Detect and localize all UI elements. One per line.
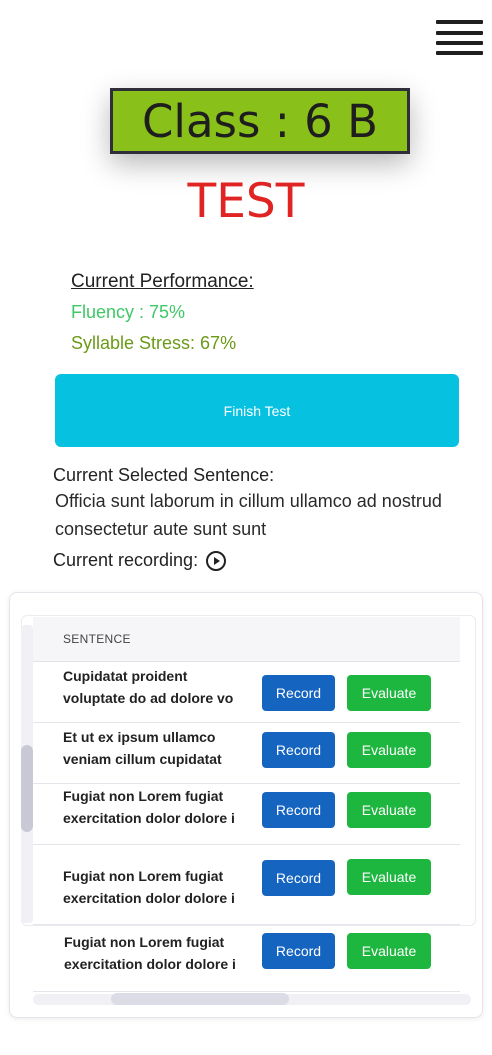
table-row: Et ut ex ipsum ullamco veniam cillum cup… <box>33 723 460 784</box>
row-sentence: Fugiat non Lorem fugiat exercitation dol… <box>63 868 235 906</box>
evaluate-button[interactable]: Evaluate <box>347 933 431 969</box>
table-row: Fugiat non Lorem fugiat exercitation dol… <box>33 784 460 845</box>
current-recording: Current recording: <box>53 550 227 571</box>
record-button[interactable]: Record <box>262 933 335 969</box>
evaluate-button[interactable]: Evaluate <box>347 859 431 895</box>
selected-sentence-text: Officia sunt laborum in cillum ullamco a… <box>55 491 442 539</box>
finish-test-button[interactable]: Finish Test <box>55 374 459 447</box>
class-label: Class : 6 B <box>142 94 378 148</box>
table-row: Cupidatat proident voluptate do ad dolor… <box>33 662 460 723</box>
current-recording-label: Current recording: <box>53 550 199 570</box>
row-sentence: Fugiat non Lorem fugiat exercitation dol… <box>64 934 236 972</box>
evaluate-button[interactable]: Evaluate <box>347 732 431 768</box>
play-circle-icon[interactable] <box>206 550 227 571</box>
fluency-score: Fluency : 75% <box>71 302 186 322</box>
record-button[interactable]: Record <box>262 860 335 896</box>
record-button[interactable]: Record <box>262 675 335 711</box>
row-sentence: Et ut ex ipsum ullamco veniam cillum cup… <box>63 729 222 767</box>
test-title: TEST <box>187 174 305 229</box>
class-label-box: Class : 6 B <box>110 88 410 154</box>
table-row: Fugiat non Lorem fugiat exercitation dol… <box>33 845 460 925</box>
evaluate-button[interactable]: Evaluate <box>347 792 431 828</box>
selected-sentence-label: Current Selected Sentence: <box>53 465 275 485</box>
row-sentence: Cupidatat proident voluptate do ad dolor… <box>63 668 234 706</box>
horizontal-scroll-thumb[interactable] <box>111 993 289 1005</box>
sentence-column-header: SENTENCE <box>63 632 131 646</box>
record-button[interactable]: Record <box>262 732 335 768</box>
table-row: Fugiat non Lorem fugiat exercitation dol… <box>33 926 460 992</box>
table-header: SENTENCE <box>33 617 460 662</box>
evaluate-button[interactable]: Evaluate <box>347 675 431 711</box>
record-button[interactable]: Record <box>262 792 335 828</box>
menu-icon[interactable] <box>436 20 483 56</box>
performance-heading: Current Performance: <box>71 271 254 292</box>
row-sentence: Fugiat non Lorem fugiat exercitation dol… <box>63 788 235 826</box>
syllable-stress-score: Syllable Stress: 67% <box>71 333 237 353</box>
vertical-scroll-thumb[interactable] <box>21 745 33 832</box>
